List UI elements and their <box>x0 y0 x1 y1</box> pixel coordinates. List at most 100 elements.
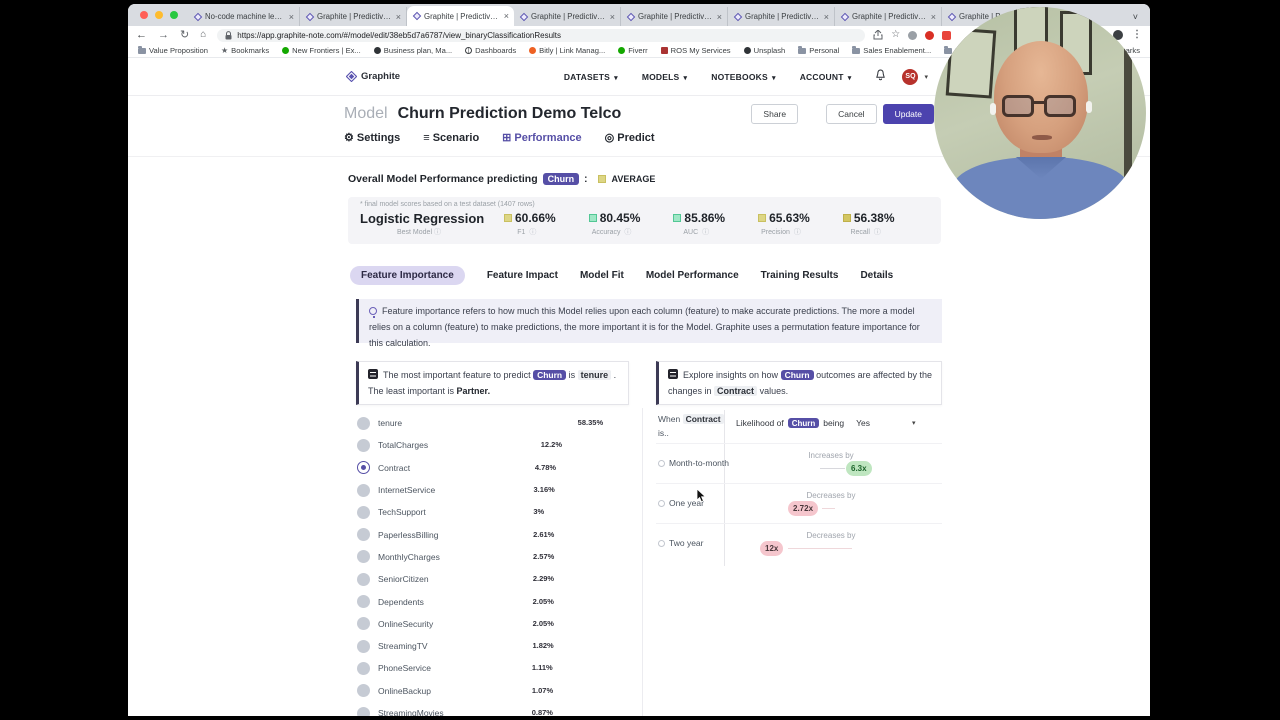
info-icon[interactable]: ⓘ <box>702 229 709 236</box>
tab-close-icon[interactable]: × <box>289 12 294 22</box>
tab-close-icon[interactable]: × <box>610 12 615 22</box>
importance-bar: 3% <box>528 507 638 516</box>
feature-radio[interactable] <box>357 617 370 631</box>
tab-label: Settings <box>356 132 401 144</box>
feature-name: OnlineBackup <box>378 685 431 696</box>
bookmark-item[interactable]: Fiverr <box>618 46 648 55</box>
feature-radio[interactable] <box>357 438 370 452</box>
result-tab-training-results[interactable]: Training Results <box>761 266 839 285</box>
tab-search-caret-icon[interactable]: ˅ <box>1133 12 1138 22</box>
result-tab-details[interactable]: Details <box>860 266 893 285</box>
feature-radio[interactable] <box>357 550 370 564</box>
importance-value: 58.35% <box>577 418 604 428</box>
settings-icon: ⚙ <box>344 131 354 144</box>
multiplier-badge: 12x <box>760 541 784 556</box>
browser-tab[interactable]: Graphite | Predictive Analy× <box>621 7 728 26</box>
info-icon[interactable]: ⓘ <box>794 229 801 236</box>
extension-icon[interactable] <box>908 30 918 40</box>
feature-radio[interactable] <box>357 572 370 586</box>
bookmark-item[interactable]: Personal <box>798 45 839 55</box>
feature-radio[interactable] <box>357 639 370 653</box>
tab-close-icon[interactable]: × <box>931 12 936 22</box>
browser-tab[interactable]: Graphite | Predictive Analy× <box>835 7 942 26</box>
feature-radio[interactable] <box>357 505 370 519</box>
info-icon[interactable]: ⓘ <box>624 229 631 236</box>
tab-performance[interactable]: ⊞ Performance <box>502 132 581 144</box>
browser-tab[interactable]: Graphite | Predictive Analy× <box>300 7 407 26</box>
feature-radio[interactable] <box>357 461 370 475</box>
feature-radio[interactable] <box>357 416 370 430</box>
metric-label: Recall ⓘ <box>850 229 881 236</box>
close-window-icon[interactable] <box>140 11 148 19</box>
window-controls[interactable] <box>128 4 188 26</box>
feature-row: TotalCharges 12.2% <box>350 434 642 456</box>
nav-menu-notebooks[interactable]: NOTEBOOKS ▾ <box>711 72 775 82</box>
result-tab-feature-impact[interactable]: Feature Impact <box>487 266 558 285</box>
minimize-window-icon[interactable] <box>155 11 163 19</box>
bookmark-item[interactable]: New Frontiers | Ex... <box>282 46 361 55</box>
info-icon[interactable]: ⓘ <box>874 229 881 236</box>
nav-menu-models[interactable]: MODELS ▾ <box>642 72 687 82</box>
bookmark-item[interactable]: Dashboards <box>465 46 516 55</box>
result-tab-feature-importance[interactable]: Feature Importance <box>350 266 465 285</box>
feature-radio[interactable] <box>357 528 370 542</box>
feature-name: Contract <box>378 462 411 473</box>
info-icon[interactable]: ⓘ <box>434 229 441 236</box>
tab-close-icon[interactable]: × <box>717 12 722 22</box>
cancel-button[interactable]: Cancel <box>826 104 877 124</box>
notifications-bell-icon[interactable] <box>875 68 886 86</box>
browser-tab[interactable]: Graphite | Predictive Analy× <box>407 6 514 26</box>
bookmark-item[interactable]: ★ Bookmarks <box>221 46 269 55</box>
feature-radio[interactable] <box>357 595 370 609</box>
best-model-name: Logistic Regression <box>360 211 485 226</box>
share-icon[interactable] <box>873 30 883 40</box>
importance-bar: 2.05% <box>528 597 638 606</box>
bookmark-item[interactable]: ROS My Services <box>660 46 731 55</box>
address-bar[interactable]: https://app.graphite-note.com/#/model/ed… <box>217 28 866 42</box>
graphite-favicon-icon <box>305 12 315 21</box>
reload-button[interactable]: ↻ <box>180 29 189 41</box>
insight-box-right: Explore insights on how Churn outcomes a… <box>656 361 942 405</box>
result-tab-model-performance[interactable]: Model Performance <box>646 266 739 285</box>
feature-radio[interactable] <box>357 706 370 716</box>
tab-settings[interactable]: ⚙ Settings <box>344 132 400 144</box>
feature-radio[interactable] <box>357 661 370 675</box>
tab-predict[interactable]: ◎ Predict <box>605 132 655 144</box>
browser-menu-icon[interactable]: ⋮ <box>1132 29 1142 40</box>
bookmark-item[interactable]: Sales Enablement... <box>852 45 931 55</box>
browser-tab[interactable]: No-code machine learning× <box>188 7 300 26</box>
update-button[interactable]: Update <box>882 104 934 124</box>
result-tab-model-fit[interactable]: Model Fit <box>580 266 624 285</box>
bookmark-item[interactable]: Unsplash <box>743 46 785 55</box>
home-button[interactable]: ⌂ <box>200 30 206 40</box>
feature-radio[interactable] <box>357 684 370 698</box>
nav-menu-datasets[interactable]: DATASETS ▾ <box>564 72 618 82</box>
account-avatar[interactable]: SQ <box>902 68 919 85</box>
maximize-window-icon[interactable] <box>170 11 178 19</box>
tab-scenario[interactable]: ≡ Scenario <box>423 132 479 144</box>
back-button[interactable]: ← <box>136 29 147 41</box>
insight-text: is <box>566 370 578 380</box>
bookmark-item[interactable]: Bitly | Link Manag... <box>529 46 605 55</box>
bookmark-star-icon[interactable]: ☆ <box>891 30 900 40</box>
forward-button[interactable]: → <box>158 29 169 41</box>
nav-menu-account[interactable]: ACCOUNT ▾ <box>800 72 852 82</box>
tab-close-icon[interactable]: × <box>504 11 509 21</box>
tab-close-icon[interactable]: × <box>824 12 829 22</box>
tab-title: Graphite | Predictive Analy <box>317 12 393 21</box>
bookmark-label: Bitly | Link Manag... <box>539 46 606 55</box>
bookmark-item[interactable]: Business plan, Ma... <box>373 46 452 55</box>
browser-tab[interactable]: Graphite | Predictive Analy× <box>514 7 621 26</box>
account-caret-icon[interactable]: ▾ <box>924 73 928 81</box>
extension-icon[interactable] <box>925 30 935 40</box>
graphite-logo[interactable]: Graphite <box>346 71 400 82</box>
person-glasses <box>1002 95 1080 119</box>
bookmark-item[interactable]: Value Proposition <box>138 45 208 55</box>
share-button[interactable]: Share <box>751 104 799 124</box>
info-icon[interactable]: ⓘ <box>529 229 536 236</box>
bookmark-label: New Frontiers | Ex... <box>292 46 361 55</box>
likelihood-value-select[interactable]: Yes ▾ <box>856 418 915 428</box>
browser-tab[interactable]: Graphite | Predictive Analy× <box>728 7 835 26</box>
feature-radio[interactable] <box>357 483 370 497</box>
tab-close-icon[interactable]: × <box>396 12 401 22</box>
